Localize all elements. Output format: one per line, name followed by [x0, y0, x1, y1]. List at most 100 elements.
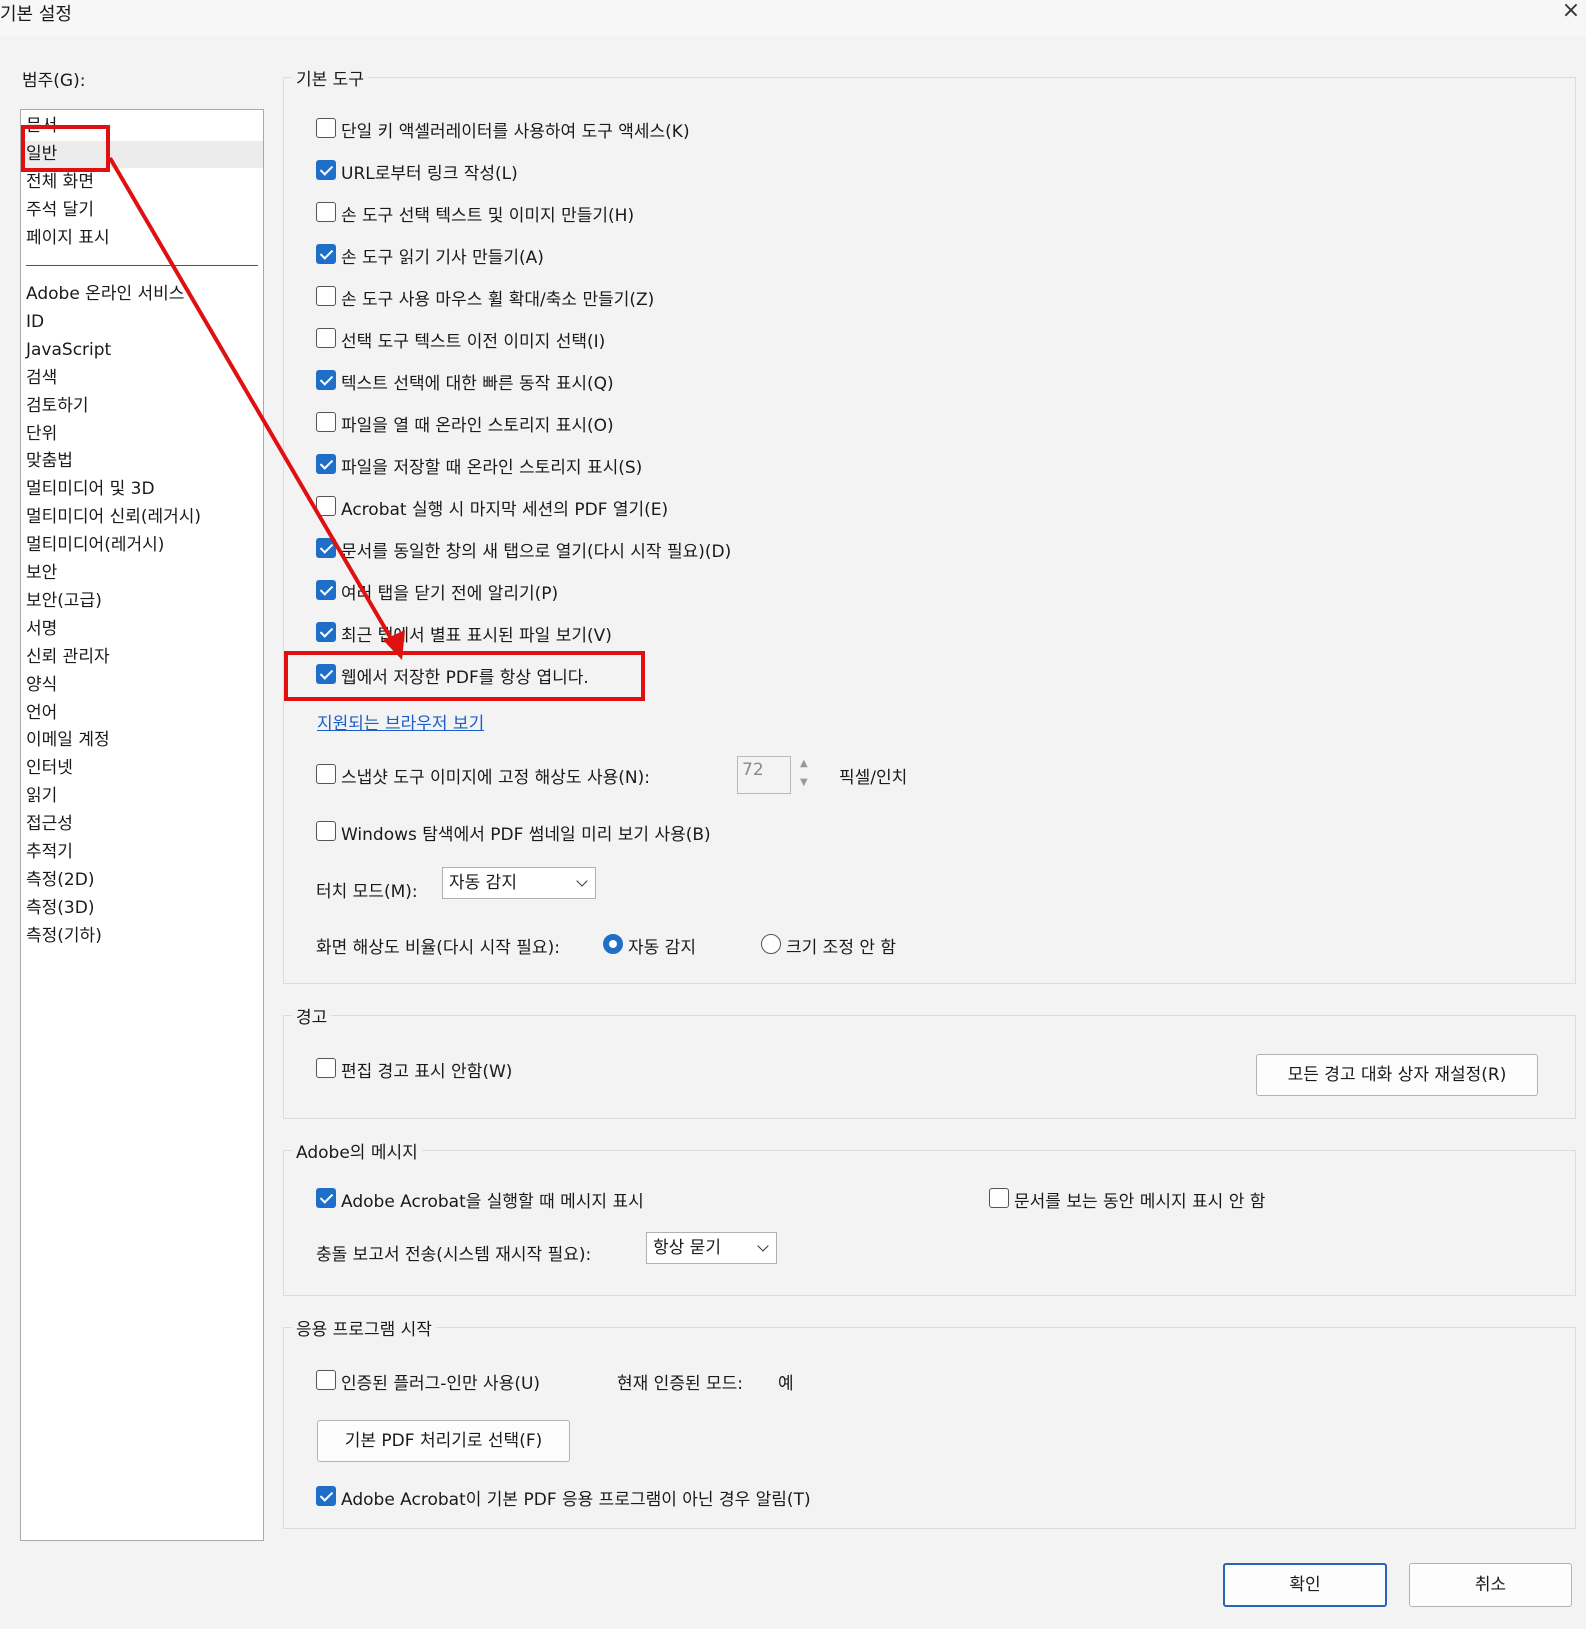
option-checkbox[interactable]	[316, 160, 336, 180]
option-label: 파일을 열 때 온라인 스토리지 표시(O)	[341, 416, 614, 436]
category-item[interactable]: 맞춤법	[26, 448, 73, 475]
option-label: 단일 키 액셀러레이터를 사용하여 도구 액세스(K)	[341, 122, 690, 142]
basic-tools-title: 기본 도구	[292, 65, 368, 90]
no-scaling-radio[interactable]	[761, 934, 781, 954]
category-item[interactable]: 멀티미디어 신뢰(레거시)	[26, 504, 201, 531]
no-scaling-label: 크기 조정 안 함	[786, 938, 897, 958]
category-item[interactable]: 멀티미디어 및 3D	[26, 476, 155, 503]
category-item[interactable]: 단위	[26, 421, 57, 448]
category-item[interactable]: 측정(3D)	[26, 895, 94, 922]
resolution-input[interactable]: 72	[737, 756, 791, 794]
spin-down-icon[interactable]: ▼	[800, 777, 808, 788]
option-checkbox[interactable]	[316, 328, 336, 348]
certified-mode-label: 현재 인증된 모드:	[617, 1374, 744, 1394]
category-item[interactable]: 추적기	[26, 839, 73, 866]
startup-title: 응용 프로그램 시작	[292, 1315, 436, 1340]
option-label: 텍스트 선택에 대한 빠른 동작 표시(Q)	[341, 374, 614, 394]
category-item[interactable]: 일반	[21, 141, 263, 168]
category-item[interactable]: ID	[26, 309, 44, 336]
certified-plugins-checkbox[interactable]	[316, 1370, 336, 1390]
show-messages-checkbox[interactable]	[316, 1188, 336, 1208]
warnings-title: 경고	[292, 1003, 332, 1028]
screen-resolution-label: 화면 해상도 비율(다시 시작 필요):	[316, 938, 560, 958]
category-item[interactable]: 검토하기	[26, 393, 89, 420]
show-messages-label: Adobe Acrobat을 실행할 때 메시지 표시	[341, 1192, 644, 1212]
category-item[interactable]: 문서	[26, 113, 57, 140]
chevron-down-icon	[757, 1240, 769, 1252]
category-item[interactable]: 주석 달기	[26, 197, 94, 224]
category-item[interactable]: 멀티미디어(레거시)	[26, 532, 164, 559]
default-app-notify-label: Adobe Acrobat이 기본 PDF 응용 프로그램이 아닌 경우 알림(…	[341, 1490, 811, 1510]
pixels-per-inch-label: 픽셀/인치	[839, 768, 908, 788]
ok-button[interactable]: 확인	[1223, 1563, 1387, 1607]
category-item[interactable]: 접근성	[26, 811, 73, 838]
category-item[interactable]: 이메일 계정	[26, 727, 110, 754]
touch-mode-value: 자동 감지	[449, 873, 517, 893]
adobe-messages-title: Adobe의 메시지	[292, 1138, 422, 1163]
category-item[interactable]: 읽기	[26, 783, 57, 810]
cancel-button[interactable]: 취소	[1409, 1563, 1572, 1607]
spin-up-icon[interactable]: ▲	[800, 758, 808, 769]
category-item[interactable]: 양식	[26, 672, 57, 699]
category-item[interactable]: 측정(기하)	[26, 923, 102, 950]
resolution-spinner[interactable]: ▲ ▼	[795, 756, 815, 794]
category-item[interactable]: 서명	[26, 616, 57, 643]
snapshot-label: 스냅샷 도구 이미지에 고정 해상도 사용(N):	[341, 768, 650, 788]
option-label: 선택 도구 텍스트 이전 이미지 선택(I)	[341, 332, 606, 352]
category-item[interactable]: 인터넷	[26, 755, 73, 782]
option-checkbox[interactable]	[316, 118, 336, 138]
option-checkbox[interactable]	[316, 202, 336, 222]
hide-messages-checkbox[interactable]	[989, 1188, 1009, 1208]
windows-thumbnail-checkbox[interactable]	[316, 821, 336, 841]
certified-mode-value: 예	[778, 1374, 794, 1394]
hide-messages-label: 문서를 보는 동안 메시지 표시 안 함	[1014, 1192, 1266, 1212]
option-checkbox[interactable]	[316, 538, 336, 558]
edit-warning-checkbox[interactable]	[316, 1058, 336, 1078]
option-label: 웹에서 저장한 PDF를 항상 엽니다.	[341, 668, 589, 688]
supported-browsers-link[interactable]: 지원되는 브라우저 보기	[317, 709, 484, 734]
category-item[interactable]: 페이지 표시	[26, 225, 110, 252]
auto-detect-label: 자동 감지	[628, 938, 696, 958]
category-item[interactable]: 전체 화면	[26, 169, 94, 196]
option-label: 파일을 저장할 때 온라인 스토리지 표시(S)	[341, 458, 643, 478]
adobe-messages-group: Adobe의 메시지	[283, 1138, 1576, 1296]
option-checkbox[interactable]	[316, 370, 336, 390]
touch-mode-label: 터치 모드(M):	[316, 882, 418, 902]
close-icon[interactable]: ×	[1556, 0, 1586, 23]
category-label: 범주(G):	[22, 71, 86, 91]
option-checkbox[interactable]	[316, 244, 336, 264]
option-checkbox[interactable]	[316, 622, 336, 642]
title-bar	[0, 0, 1586, 36]
option-checkbox[interactable]	[316, 496, 336, 516]
option-label: 문서를 동일한 창의 새 탭으로 열기(다시 시작 필요)(D)	[341, 542, 732, 562]
crash-report-select[interactable]: 항상 묻기	[646, 1232, 777, 1264]
auto-detect-radio[interactable]	[603, 934, 623, 954]
option-label: 손 도구 읽기 기사 만들기(A)	[341, 248, 544, 268]
option-label: 여러 탭을 닫기 전에 알리기(P)	[341, 584, 559, 604]
option-checkbox[interactable]	[316, 580, 336, 600]
category-item[interactable]: Adobe 온라인 서비스	[26, 281, 184, 308]
option-checkbox[interactable]	[316, 412, 336, 432]
category-separator	[26, 265, 258, 266]
option-checkbox[interactable]	[316, 454, 336, 474]
category-item[interactable]: 보안	[26, 560, 57, 587]
category-item[interactable]: 검색	[26, 365, 57, 392]
category-item[interactable]: 언어	[26, 700, 57, 727]
chevron-down-icon	[576, 875, 588, 887]
default-app-notify-checkbox[interactable]	[316, 1486, 336, 1506]
snapshot-checkbox[interactable]	[316, 764, 336, 784]
category-item[interactable]: JavaScript	[26, 337, 111, 364]
default-pdf-handler-button[interactable]: 기본 PDF 처리기로 선택(F)	[317, 1420, 570, 1462]
certified-plugins-label: 인증된 플러그-인만 사용(U)	[341, 1374, 541, 1394]
reset-warnings-button[interactable]: 모든 경고 대화 상자 재설정(R)	[1256, 1054, 1538, 1096]
category-list[interactable]: 문서 일반 전체 화면 주석 달기 페이지 표시 Adobe 온라인 서비스 ID JavaS…	[20, 109, 264, 1541]
windows-thumbnail-label: Windows 탐색에서 PDF 썸네일 미리 보기 사용(B)	[341, 825, 711, 845]
touch-mode-select[interactable]: 자동 감지	[442, 867, 596, 899]
option-checkbox[interactable]	[316, 664, 336, 684]
category-item[interactable]: 측정(2D)	[26, 867, 94, 894]
edit-warning-label: 편집 경고 표시 안함(W)	[341, 1062, 513, 1082]
crash-report-label: 충돌 보고서 전송(시스템 재시작 필요):	[316, 1245, 592, 1265]
option-checkbox[interactable]	[316, 286, 336, 306]
category-item[interactable]: 보안(고급)	[26, 588, 102, 615]
category-item[interactable]: 신뢰 관리자	[26, 644, 110, 671]
